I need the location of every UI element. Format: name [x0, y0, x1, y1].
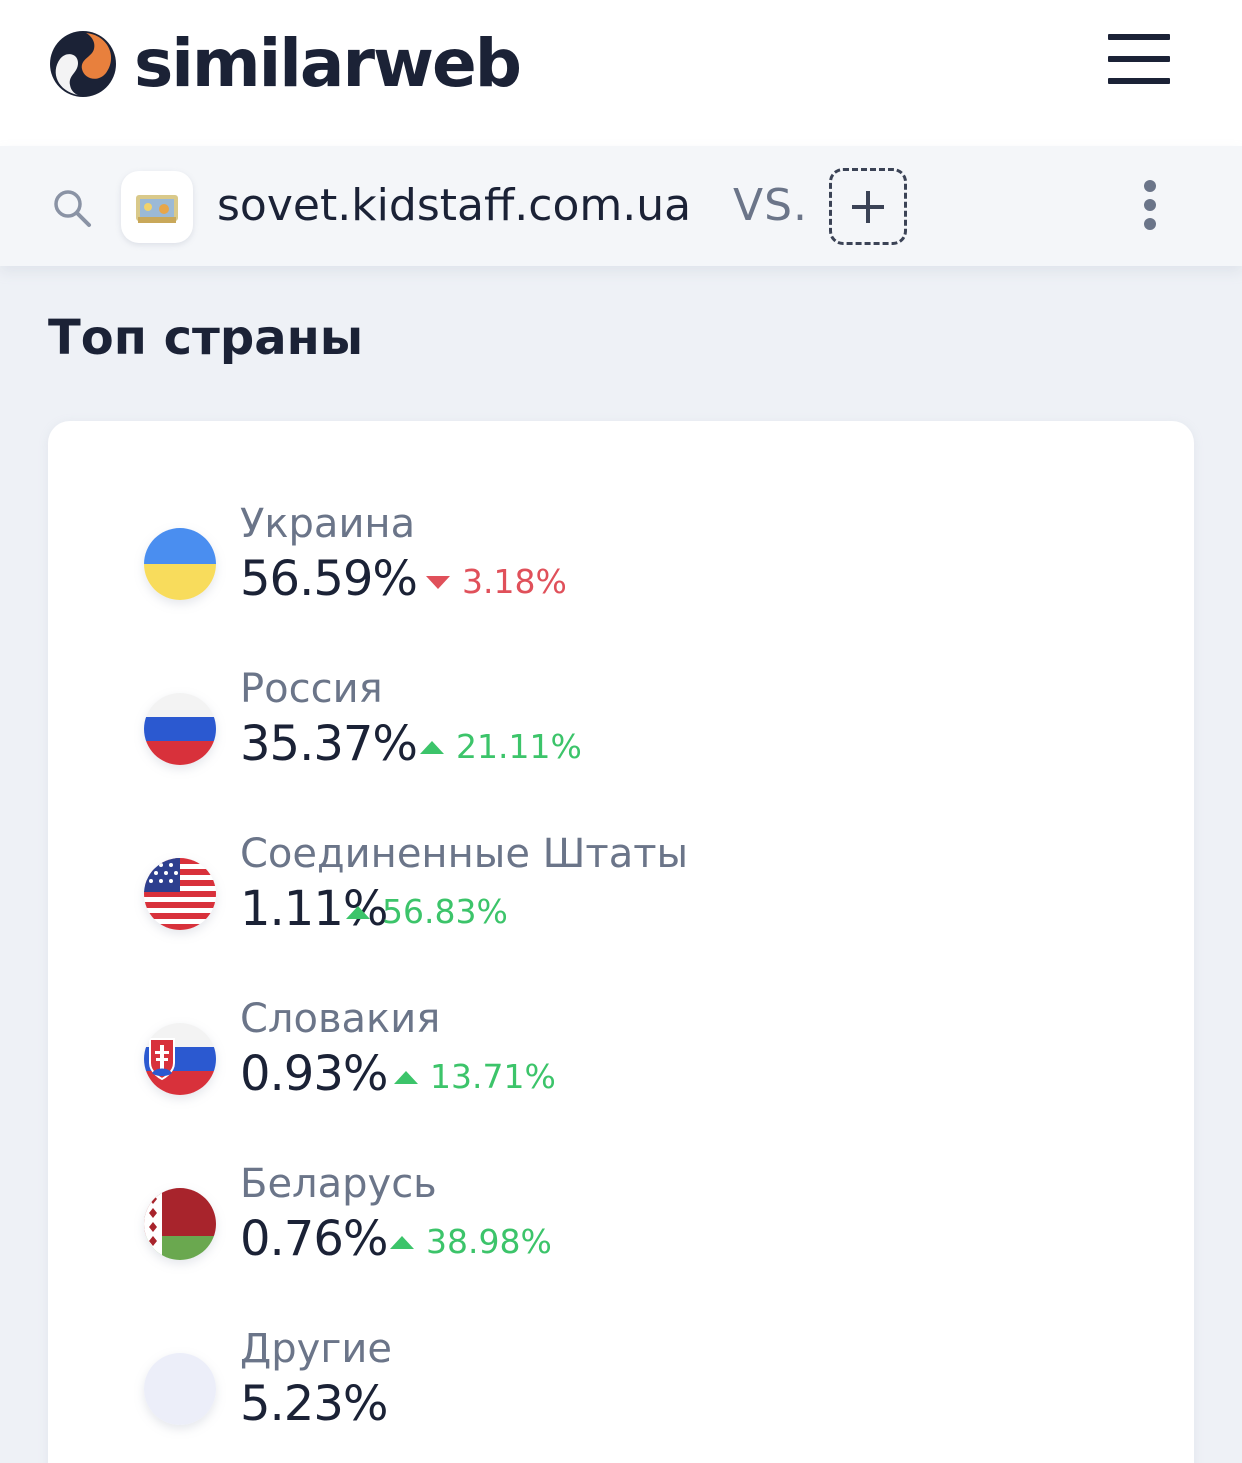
- ukraine-flag-icon: [144, 528, 216, 600]
- country-name: Беларусь: [240, 1161, 437, 1207]
- country-name: Другие: [240, 1326, 392, 1372]
- hamburger-menu-icon[interactable]: [1108, 34, 1170, 84]
- similarweb-logo[interactable]: similarweb: [48, 25, 522, 102]
- change-badge: 21.11%: [420, 727, 582, 767]
- site-favicon: [121, 171, 193, 243]
- change-badge: 3.18%: [426, 562, 567, 602]
- country-row[interactable]: Соединенные Штаты 1.11% 56.83%: [144, 831, 1044, 962]
- russia-flag-icon: [144, 693, 216, 765]
- triangle-up-icon: [390, 1235, 414, 1249]
- triangle-down-icon: [426, 575, 450, 589]
- country-name: Россия: [240, 666, 383, 712]
- change-value: 21.11%: [456, 727, 582, 766]
- brand-name: similarweb: [134, 25, 522, 102]
- triangle-up-icon: [346, 905, 370, 919]
- country-name: Украина: [240, 501, 416, 547]
- change-value: 56.83%: [382, 892, 508, 931]
- change-badge: 13.71%: [394, 1057, 556, 1097]
- country-share: 0.76%: [240, 1211, 388, 1267]
- country-share: 5.23%: [240, 1376, 388, 1432]
- site-domain[interactable]: sovet.kidstaff.com.ua: [217, 180, 691, 232]
- country-row[interactable]: Словакия 0.93% 13.71%: [144, 996, 1044, 1127]
- favicon-image-icon: [136, 195, 178, 223]
- country-row[interactable]: Беларусь 0.76% 38.98%: [144, 1161, 1044, 1292]
- change-value: 38.98%: [426, 1222, 552, 1261]
- change-badge: 56.83%: [346, 892, 508, 932]
- country-row[interactable]: Россия 35.37% 21.11%: [144, 666, 1044, 797]
- country-row[interactable]: Другие 5.23%: [144, 1326, 1044, 1457]
- country-share: 56.59%: [240, 551, 418, 607]
- vs-label: VS.: [733, 180, 809, 231]
- slovakia-flag-icon: [144, 1023, 216, 1095]
- country-name: Словакия: [240, 996, 441, 1042]
- section-title: Топ страны: [48, 310, 364, 366]
- country-row[interactable]: Украина 56.59% 3.18%: [144, 501, 1044, 632]
- similarweb-logo-icon: [50, 31, 116, 97]
- triangle-up-icon: [394, 1070, 418, 1084]
- country-name: Соединенные Штаты: [240, 831, 689, 877]
- top-header: similarweb: [0, 0, 1242, 146]
- change-value: 3.18%: [462, 562, 567, 601]
- triangle-up-icon: [420, 740, 444, 754]
- change-badge: 38.98%: [390, 1222, 552, 1262]
- belarus-flag-icon: [144, 1188, 216, 1260]
- country-share: 35.37%: [240, 716, 418, 772]
- change-value: 13.71%: [430, 1057, 556, 1096]
- add-compare-button[interactable]: [829, 168, 907, 245]
- usa-flag-icon: [144, 858, 216, 930]
- kebab-menu-icon[interactable]: [1140, 180, 1160, 230]
- search-icon[interactable]: [52, 188, 92, 228]
- others-placeholder-icon: [144, 1353, 216, 1425]
- country-share: 0.93%: [240, 1046, 388, 1102]
